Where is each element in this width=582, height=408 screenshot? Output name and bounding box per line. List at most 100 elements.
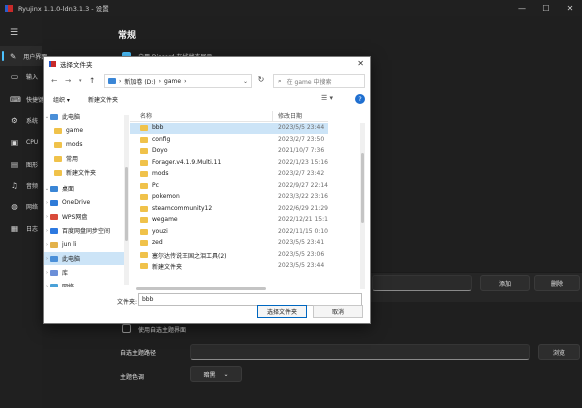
tree-item-desktop[interactable]: ⌄ 桌面 (44, 182, 124, 195)
theme-path-input[interactable] (190, 344, 530, 360)
audio-icon: ♫ (11, 180, 18, 190)
nav-item-label: 网络 (26, 203, 39, 211)
tree-item-mods[interactable]: mods (44, 138, 124, 151)
dialog-titlebar: 选择文件夹 ✕ (44, 57, 370, 71)
wps-cloud-icon (50, 213, 58, 220)
file-row[interactable]: 塞尔达传说王国之泪工具(2)2023/5/5 23:06文 (130, 250, 328, 261)
help-icon[interactable]: ? (355, 94, 365, 104)
library-icon (50, 269, 58, 276)
tree-item-label: 百度网盘同步空间 (62, 228, 111, 235)
folder-icon (140, 136, 148, 143)
select-folder-button[interactable]: 选择文件夹 (257, 305, 307, 318)
file-row[interactable]: config2023/2/7 23:50文 (130, 135, 328, 146)
tree-item-new-folder[interactable]: 新建文件夹 (44, 166, 124, 179)
address-dropdown-icon[interactable]: ⌄ (243, 78, 248, 85)
nav-item-label: 快捷键 (26, 96, 45, 104)
tree-item-wps[interactable]: › WPS网盘 (44, 210, 124, 223)
list-hscrollbar[interactable] (130, 286, 328, 291)
browse-button[interactable]: 浏览 (538, 344, 580, 360)
address-bar[interactable]: › 新加卷 (D:) › game › ⌄ (104, 74, 252, 88)
tree-item-onedrive[interactable]: › OneDrive (44, 196, 124, 209)
cancel-button[interactable]: 取消 (313, 305, 363, 318)
file-row[interactable]: youzi2022/11/15 0:10文 (130, 227, 328, 238)
view-options-icon[interactable]: ☰ ▾ (321, 94, 333, 102)
tree-item-baidu[interactable]: › 百度网盘同步空间 (44, 224, 124, 237)
file-row[interactable]: Pc2022/9/27 22:14文 (130, 181, 328, 192)
file-row[interactable]: mods2023/2/7 23:42文 (130, 169, 328, 180)
add-dir-button[interactable]: 添加 (480, 275, 530, 291)
nav-item-network[interactable]: ◍ 网络 (0, 196, 42, 216)
tree-item-this-pc-2[interactable]: › 此电脑 (44, 252, 124, 265)
breadcrumb-game[interactable]: game (164, 78, 181, 85)
nav-item-graphics[interactable]: ▤ 图形 (0, 154, 42, 174)
page-title: 常规 (118, 31, 137, 41)
file-list: ⌃ 名称 修改日期 类 bbb2023/5/5 23:44文config2023… (130, 109, 328, 287)
breadcrumb-sep-icon: › (184, 77, 187, 85)
file-row[interactable]: zed2023/5/5 23:41文 (130, 238, 328, 249)
hscroll-thumb[interactable] (136, 287, 266, 290)
dialog-title: 选择文件夹 (60, 61, 93, 69)
tree-scrollbar[interactable] (124, 115, 129, 285)
computer-icon (108, 78, 116, 84)
nav-item-system[interactable]: ⚙ 系统 (0, 110, 42, 130)
nav-item-label: 日志 (26, 225, 39, 233)
game-dir-input[interactable] (372, 275, 472, 291)
file-name: steamcommunity12 (152, 204, 213, 212)
network-icon (50, 283, 58, 287)
tree-item-label: WPS网盘 (62, 214, 88, 221)
list-scrollbar[interactable] (360, 123, 365, 289)
computer-icon (50, 255, 58, 262)
theme-color-select[interactable]: 暗黑 ⌄ (190, 366, 242, 382)
close-button[interactable]: ✕ (558, 0, 582, 16)
dialog-close-icon[interactable]: ✕ (357, 59, 364, 68)
nav-item-cpu[interactable]: ▣ CPU (0, 132, 42, 152)
tree-item-game[interactable]: game (44, 124, 124, 137)
organize-button[interactable]: 组织 ▾ (53, 95, 70, 104)
file-row[interactable]: wegame2022/12/21 15:16文 (130, 215, 328, 226)
nav-item-input[interactable]: ▭ 输入 (0, 66, 42, 86)
tree-scroll-thumb[interactable] (125, 167, 128, 241)
column-divider[interactable] (272, 111, 273, 121)
file-row[interactable]: Doyo2021/10/7 7:36文 (130, 146, 328, 157)
nav-item-audio[interactable]: ♫ 音频 (0, 175, 42, 195)
maximize-button[interactable]: ☐ (534, 0, 558, 16)
nav-item-log[interactable]: ▦ 日志 (0, 218, 42, 238)
select-folder-dialog: 选择文件夹 ✕ ← → ▾ ↑ › 新加卷 (D:) › game › ⌄ ↻ … (43, 56, 371, 324)
tree-item-network[interactable]: ›网络 (44, 280, 124, 287)
tree-item-label: 库 (62, 270, 69, 277)
tree-item-this-pc[interactable]: ⌄ 此电脑 (44, 110, 124, 123)
hamburger-menu-icon[interactable]: ☰ (10, 28, 18, 38)
minimize-button[interactable]: — (510, 0, 534, 16)
back-arrow-icon[interactable]: ← (51, 76, 57, 85)
folder-icon (140, 171, 148, 177)
custom-theme-checkbox[interactable] (122, 324, 131, 333)
new-folder-button[interactable]: 新建文件夹 (88, 95, 118, 104)
file-row[interactable]: Forager.v4.1.9.Multi.112022/1/23 15:16文 (130, 158, 328, 169)
file-name: config (152, 135, 171, 143)
nav-item-label: 音频 (26, 182, 39, 190)
file-date: 2023/2/7 23:42 (278, 170, 325, 177)
search-box[interactable]: ⌕ 在 game 中搜索 (273, 74, 365, 88)
tree-item-label: 此电脑 (62, 114, 81, 121)
file-row[interactable]: pokemon2023/3/22 23:16文 (130, 192, 328, 203)
file-row[interactable]: bbb2023/5/5 23:44文 (130, 123, 328, 134)
nav-item-hotkeys[interactable]: ⌨ 快捷键 (0, 89, 45, 109)
file-row[interactable]: steamcommunity122022/6/29 21:29文 (130, 204, 328, 215)
nav-item-ui[interactable]: ✎ 用户界面 (0, 46, 47, 66)
tree-item-user[interactable]: › jun li (44, 238, 124, 251)
remove-dir-button[interactable]: 删除 (534, 275, 580, 291)
folder-icon (140, 228, 148, 235)
column-name[interactable]: 名称 (140, 111, 152, 120)
breadcrumb-sep-icon: › (158, 77, 162, 85)
tree-item-library[interactable]: › 库 (44, 266, 124, 279)
tree-item-common[interactable]: 常用 (44, 152, 124, 165)
breadcrumb-drive[interactable]: 新加卷 (D:) (124, 77, 155, 86)
column-date[interactable]: 修改日期 (278, 111, 302, 120)
recent-chevron-icon[interactable]: ▾ (79, 78, 82, 84)
list-scroll-thumb[interactable] (361, 153, 364, 223)
refresh-icon[interactable]: ↻ (255, 75, 267, 87)
file-row[interactable]: 新建文件夹2023/5/5 23:44文 (130, 261, 328, 272)
forward-arrow-icon[interactable]: → (65, 76, 71, 85)
cpu-icon: ▣ (10, 137, 19, 147)
up-arrow-icon[interactable]: ↑ (89, 76, 95, 85)
